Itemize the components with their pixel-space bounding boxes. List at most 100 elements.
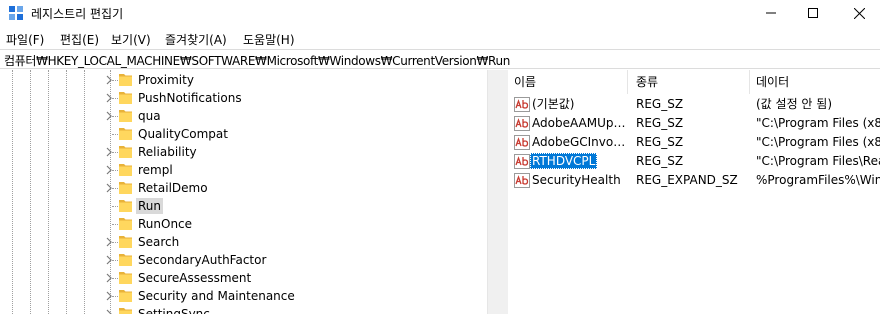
folder-icon	[119, 128, 132, 140]
menu-favorites[interactable]: 즐겨찾기(A)	[165, 31, 227, 48]
chevron-right-icon[interactable]	[104, 147, 114, 157]
value-type: REG_EXPAND_SZ	[636, 173, 738, 187]
tree-node[interactable]: qua	[0, 107, 487, 125]
tree-node-label[interactable]: RetailDemo	[136, 180, 210, 196]
value-type: REG_SZ	[636, 116, 684, 130]
tree-scrollbar[interactable]	[487, 70, 503, 314]
menu-help[interactable]: 도움말(H)	[243, 31, 295, 48]
value-data: "C:\Program Files (x86)	[756, 116, 880, 130]
folder-icon	[119, 254, 132, 266]
tree-node[interactable]: SecureAssessment	[0, 269, 487, 287]
value-data: %ProgramFiles%\Windows	[756, 173, 880, 187]
key-tree[interactable]: Proximity PushNotifications qua QualityComp…	[0, 70, 503, 314]
value-name[interactable]: AdobeAAMUpdater-1.0	[530, 115, 628, 131]
chevron-right-icon[interactable]	[104, 75, 114, 85]
value-type: REG_SZ	[636, 135, 684, 149]
folder-icon	[119, 146, 132, 158]
registry-value-row[interactable]: RTHDVCPL REG_SZ "C:\Program Files\Realtek	[508, 152, 880, 171]
string-value-icon	[514, 154, 530, 169]
folder-icon	[119, 308, 132, 314]
column-header-name[interactable]: 이름	[508, 70, 628, 94]
tree-node[interactable]: rempl	[0, 161, 487, 179]
tree-node-label[interactable]: Proximity	[136, 72, 196, 88]
folder-icon	[119, 74, 132, 86]
tree-node-label[interactable]: qua	[136, 108, 163, 124]
folder-icon	[119, 290, 132, 302]
tree-node-label[interactable]: SecureAssessment	[136, 270, 253, 286]
registry-value-row[interactable]: SecurityHealth REG_EXPAND_SZ %ProgramFiles…	[508, 171, 880, 190]
string-value-icon	[514, 116, 530, 131]
maximize-icon	[808, 8, 818, 18]
tree-node-label[interactable]: Run	[136, 198, 164, 214]
column-header-type[interactable]: 종류	[630, 70, 750, 94]
tree-node[interactable]: QualityCompat	[0, 125, 487, 143]
window-title: 레지스트리 편집기	[31, 7, 124, 21]
string-value-icon	[514, 173, 530, 188]
value-name[interactable]: (기본값)	[530, 96, 576, 112]
value-list[interactable]: 이름 종류 데이터 (기본값) REG_SZ (값 설정 안 됨) AdobeAAMU…	[508, 70, 880, 314]
tree-node-label[interactable]: Search	[136, 234, 181, 250]
minimize-icon	[766, 12, 776, 14]
registry-value-row[interactable]: (기본값) REG_SZ (값 설정 안 됨)	[508, 95, 880, 114]
menu-view[interactable]: 보기(V)	[111, 31, 151, 48]
tree-node[interactable]: Proximity	[0, 71, 487, 89]
registry-editor-icon	[9, 6, 23, 20]
address-path[interactable]: 컴퓨터₩HKEY_LOCAL_MACHINE₩SOFTWARE₩Microsof…	[4, 52, 510, 69]
tree-node-label[interactable]: Security and Maintenance	[136, 288, 297, 304]
value-type: REG_SZ	[636, 154, 684, 168]
value-data: "C:\Program Files\Realtek	[756, 154, 880, 168]
tree-node-label[interactable]: SettingSync	[136, 306, 212, 314]
tree-node[interactable]: RunOnce	[0, 215, 487, 233]
folder-icon	[119, 92, 132, 104]
value-name[interactable]: SecurityHealth	[530, 172, 623, 188]
folder-icon	[119, 236, 132, 248]
value-data: (값 설정 안 됨)	[756, 97, 833, 111]
column-header-data[interactable]: 데이터	[750, 70, 880, 94]
address-bar[interactable]: 컴퓨터₩HKEY_LOCAL_MACHINE₩SOFTWARE₩Microsof…	[0, 49, 880, 69]
string-value-icon	[514, 97, 530, 112]
tree-node-label[interactable]: SecondaryAuthFactor	[136, 252, 268, 268]
maximize-button[interactable]	[790, 0, 836, 26]
registry-value-row[interactable]: AdobeGCInvoker-1.0 REG_SZ "C:\Program File…	[508, 133, 880, 152]
tree-node[interactable]: Search	[0, 233, 487, 251]
tree-node-label[interactable]: Reliability	[136, 144, 199, 160]
registry-value-row[interactable]: AdobeAAMUpdater-1.0 REG_SZ "C:\Program Fil…	[508, 114, 880, 133]
folder-icon	[119, 272, 132, 284]
folder-icon	[119, 110, 132, 122]
chevron-right-icon[interactable]	[104, 273, 114, 283]
tree-node-label[interactable]: rempl	[136, 162, 175, 178]
tree-node[interactable]: RetailDemo	[0, 179, 487, 197]
chevron-right-icon[interactable]	[104, 291, 114, 301]
close-button[interactable]	[836, 0, 880, 26]
tree-node[interactable]: Run	[0, 197, 487, 215]
chevron-right-icon[interactable]	[104, 183, 114, 193]
menu-bar: 파일(F) 편집(E) 보기(V) 즐겨찾기(A) 도움말(H)	[0, 28, 880, 48]
tree-node[interactable]: Reliability	[0, 143, 487, 161]
tree-node-label[interactable]: QualityCompat	[136, 126, 230, 142]
close-icon	[853, 7, 865, 19]
value-type: REG_SZ	[636, 97, 684, 111]
chevron-right-icon[interactable]	[104, 165, 114, 175]
menu-edit[interactable]: 편집(E)	[60, 31, 99, 48]
tree-node[interactable]: SettingSync	[0, 305, 487, 314]
menu-file[interactable]: 파일(F)	[6, 31, 44, 48]
title-bar: 레지스트리 편집기	[0, 0, 880, 26]
tree-node[interactable]: PushNotifications	[0, 89, 487, 107]
tree-node[interactable]: Security and Maintenance	[0, 287, 487, 305]
folder-icon	[119, 182, 132, 194]
chevron-right-icon[interactable]	[104, 111, 114, 121]
value-data: "C:\Program Files (x86)	[756, 135, 880, 149]
chevron-right-icon[interactable]	[104, 93, 114, 103]
chevron-right-icon[interactable]	[104, 255, 114, 265]
chevron-right-icon[interactable]	[104, 237, 114, 247]
chevron-right-icon[interactable]	[104, 309, 114, 314]
folder-icon	[119, 218, 132, 230]
value-name[interactable]: AdobeGCInvoker-1.0	[530, 134, 628, 150]
minimize-button[interactable]	[748, 0, 794, 26]
tree-node-label[interactable]: RunOnce	[136, 216, 194, 232]
value-name[interactable]: RTHDVCPL	[530, 153, 598, 169]
tree-node[interactable]: SecondaryAuthFactor	[0, 251, 487, 269]
folder-icon	[119, 200, 132, 212]
tree-node-label[interactable]: PushNotifications	[136, 90, 244, 106]
folder-icon	[119, 164, 132, 176]
